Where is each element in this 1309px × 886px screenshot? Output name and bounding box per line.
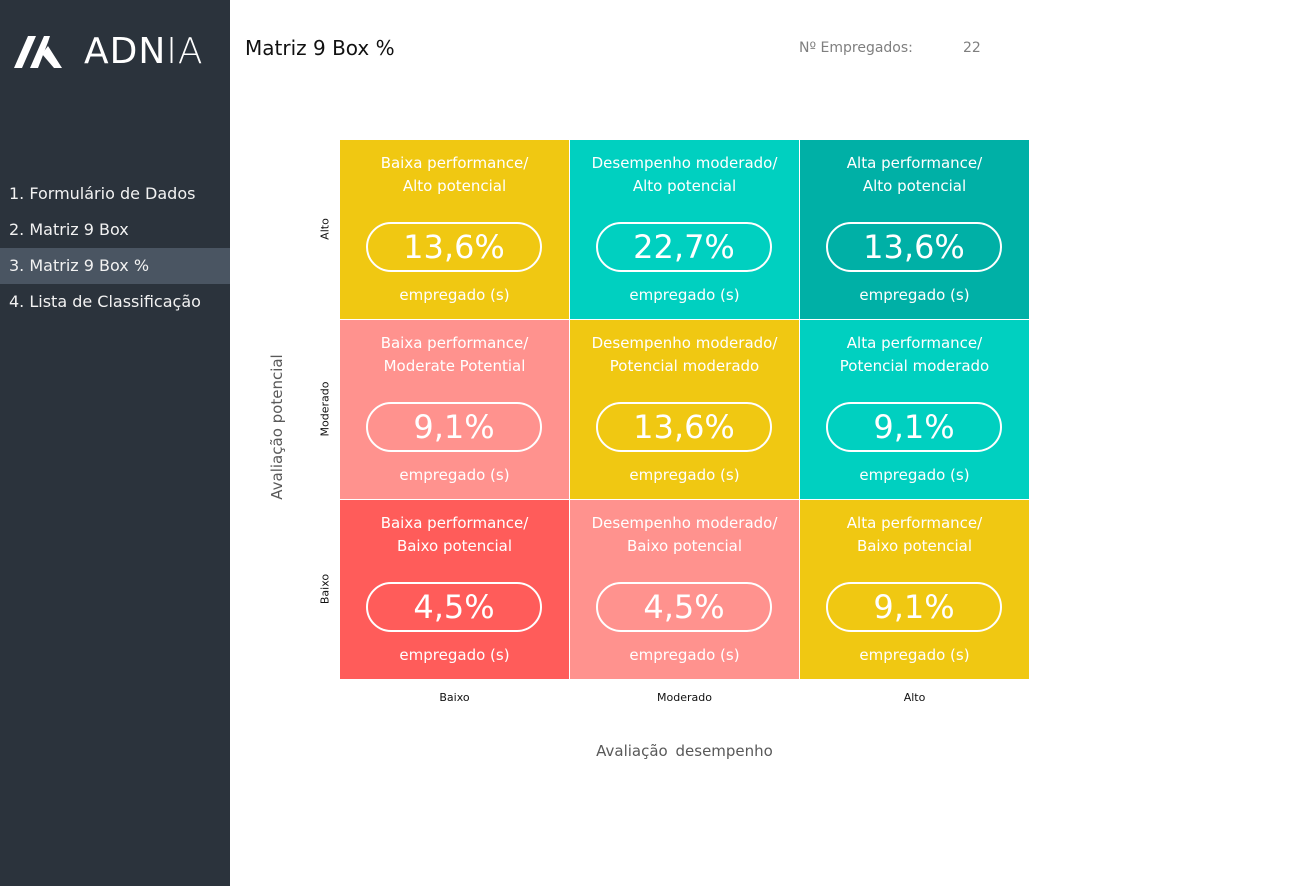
box-unit: empregado (s) (629, 646, 740, 664)
box-label-line1: Alta performance/ (846, 334, 983, 352)
box-label-line1: Desempenho moderado/ (591, 334, 778, 352)
box-label-line2: Potencial moderado (609, 357, 760, 375)
box-label-line1: Alta performance/ (846, 514, 983, 532)
box-percentage: 22,7% (596, 222, 772, 272)
box-desempenho-moderado-alto-potencial[interactable]: Desempenho moderado/Alto potencial 22,7%… (570, 140, 799, 319)
box-percentage: 4,5% (366, 582, 542, 632)
box-label-line2: Alto potencial (402, 177, 507, 195)
box-baixa-performance-alto-potencial[interactable]: Baixa performance/Alto potencial 13,6% e… (340, 140, 569, 319)
box-percentage: 13,6% (826, 222, 1002, 272)
box-unit: empregado (s) (859, 286, 970, 304)
nav-item-lista-de-classificacao[interactable]: 4. Lista de Classificação (0, 284, 230, 320)
x-axis-title: Avaliação desempenho (596, 742, 773, 760)
box-alta-performance-potencial-moderado[interactable]: Alta performance/Potencial moderado 9,1%… (800, 320, 1029, 499)
box-percentage: 4,5% (596, 582, 772, 632)
box-unit: empregado (s) (629, 286, 740, 304)
adnia-logo-icon (14, 36, 62, 68)
sidebar: ADNIA 1. Formulário de Dados 2. Matriz 9… (0, 0, 230, 886)
box-label-line2: Baixo potencial (856, 537, 973, 555)
box-desempenho-moderado-baixo-potencial[interactable]: Desempenho moderado/Baixo potencial 4,5%… (570, 500, 799, 679)
logo-text: ADN (84, 31, 167, 72)
employees-count: 22 (963, 40, 981, 56)
box-desempenho-moderado-potencial-moderado[interactable]: Desempenho moderado/Potencial moderado 1… (570, 320, 799, 499)
nav-item-formulario-de-dados[interactable]: 1. Formulário de Dados (0, 176, 230, 212)
box-percentage: 9,1% (826, 582, 1002, 632)
box-baixa-performance-potencial-moderado[interactable]: Baixa performance/Moderate Potential 9,1… (340, 320, 569, 499)
box-label-line1: Alta performance/ (846, 154, 983, 172)
sidebar-nav: 1. Formulário de Dados 2. Matriz 9 Box 3… (0, 176, 230, 320)
box-unit: empregado (s) (399, 286, 510, 304)
employees-label: Nº Empregados: (799, 40, 913, 56)
box-label-line1: Desempenho moderado/ (591, 154, 778, 172)
nav-item-matriz-9-box-percent[interactable]: 3. Matriz 9 Box % (0, 248, 230, 284)
box-percentage: 9,1% (826, 402, 1002, 452)
box-percentage: 13,6% (596, 402, 772, 452)
box-baixa-performance-baixo-potencial[interactable]: Baixa performance/Baixo potencial 4,5% e… (340, 500, 569, 679)
box-label-line1: Baixa performance/ (380, 154, 529, 172)
box-unit: empregado (s) (859, 466, 970, 484)
box-label-line2: Potencial moderado (839, 357, 990, 375)
box-percentage: 9,1% (366, 402, 542, 452)
box-unit: empregado (s) (399, 466, 510, 484)
box-unit: empregado (s) (629, 466, 740, 484)
x-tick-moderado: Moderado (657, 691, 712, 704)
box-unit: empregado (s) (859, 646, 970, 664)
box-label-line2: Baixo potencial (626, 537, 743, 555)
box-label-line2: Moderate Potential (383, 357, 526, 375)
box-unit: empregado (s) (399, 646, 510, 664)
page-title: Matriz 9 Box % (245, 36, 395, 60)
x-tick-baixo: Baixo (439, 691, 470, 704)
logo-text-light: IA (166, 31, 204, 72)
nav-item-matriz-9-box[interactable]: 2. Matriz 9 Box (0, 212, 230, 248)
box-label-line1: Baixa performance/ (380, 334, 529, 352)
x-tick-alto: Alto (903, 691, 926, 704)
box-alta-performance-alto-potencial[interactable]: Alta performance/Alto potencial 13,6% em… (800, 140, 1029, 319)
box-label-line1: Baixa performance/ (380, 514, 529, 532)
box-label-line1: Desempenho moderado/ (591, 514, 778, 532)
box-label-line2: Baixo potencial (396, 537, 513, 555)
box-label-line2: Alto potencial (632, 177, 737, 195)
box-alta-performance-baixo-potencial[interactable]: Alta performance/Baixo potencial 9,1% em… (800, 500, 1029, 679)
box-label-line2: Alto potencial (862, 177, 967, 195)
box-percentage: 13,6% (366, 222, 542, 272)
adnia-logo: ADNIA (14, 32, 204, 72)
nine-box-matrix: Baixa performance/Alto potencial 13,6% e… (340, 140, 1029, 679)
